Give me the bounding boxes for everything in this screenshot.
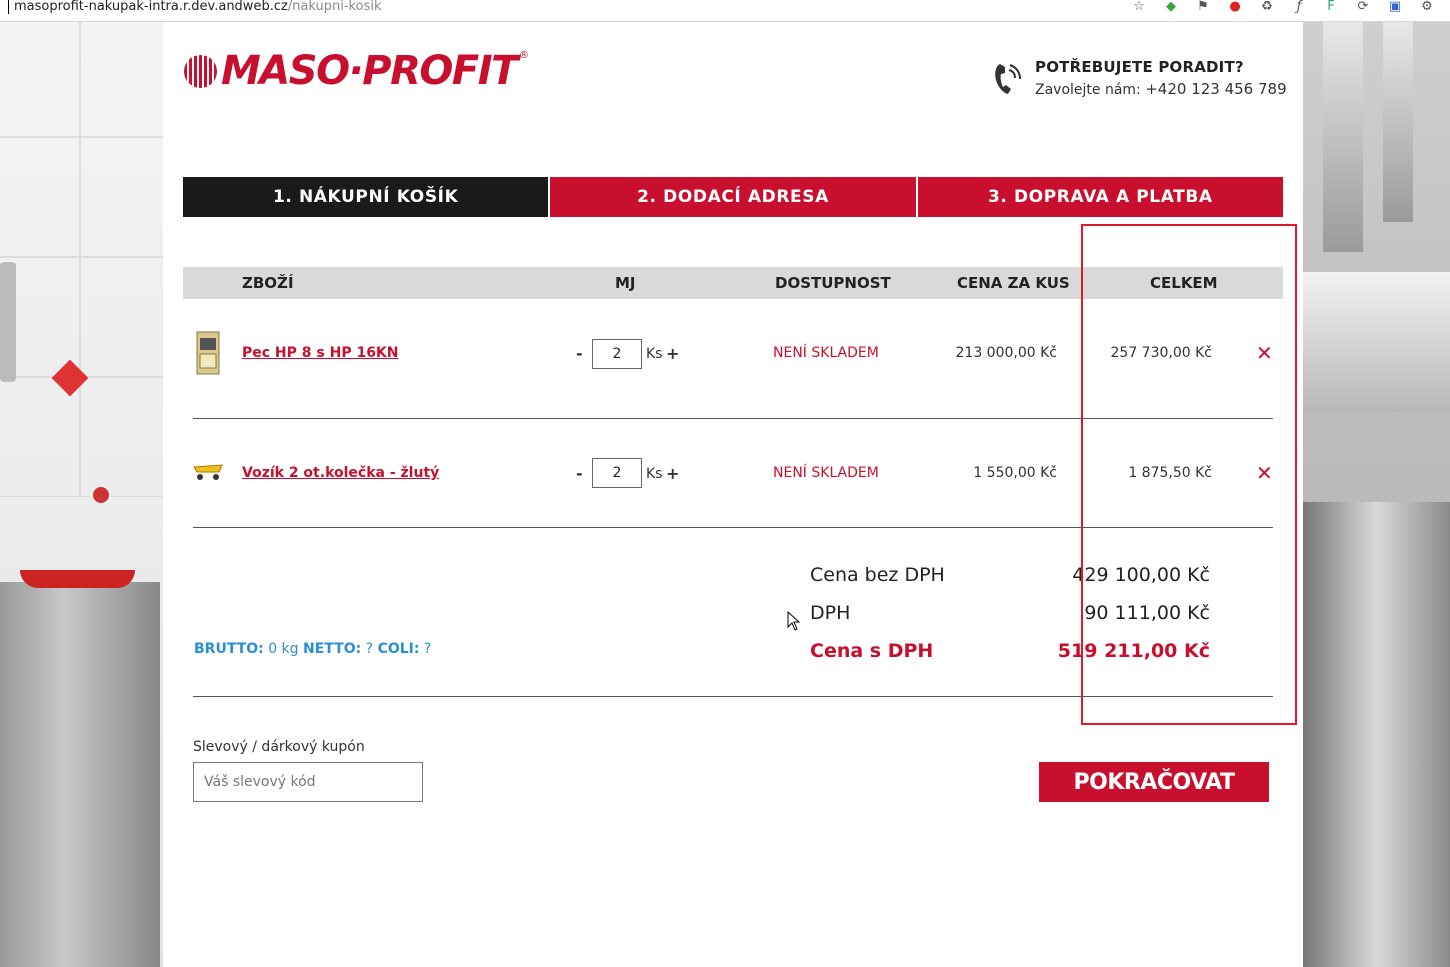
background-photo-left	[0, 22, 163, 967]
extension-green-icon[interactable]: ◆	[1163, 0, 1179, 14]
unit-price: 1 550,00 Kč	[973, 465, 1057, 481]
brutto-value: 0 kg	[268, 641, 299, 657]
extension-function-icon[interactable]: ƒ	[1291, 0, 1307, 14]
brutto-label: BRUTTO:	[194, 641, 264, 657]
logo-mark-icon	[184, 54, 217, 88]
text-cursor	[8, 0, 9, 14]
header-total: CELKEM	[1150, 274, 1218, 292]
cart-dolly-icon	[193, 464, 223, 480]
kitchen-machine	[0, 582, 160, 967]
remove-item-button[interactable]: ✕	[1256, 341, 1273, 365]
browser-url-bar[interactable]: masoprofit-nakupak-intra.r.dev.andweb.cz…	[0, 0, 1450, 22]
logo-text: MASO·PROFIT	[221, 48, 518, 94]
mouse-pointer-icon	[787, 611, 801, 631]
quantity-input[interactable]	[592, 339, 642, 369]
continue-button[interactable]: POKRAČOVAT	[1039, 762, 1269, 802]
extension-f-icon[interactable]: F	[1323, 0, 1339, 14]
product-link[interactable]: Vozík 2 ot.kolečka - žlutý	[242, 465, 439, 481]
url-text[interactable]: masoprofit-nakupak-intra.r.dev.andweb.cz…	[14, 0, 381, 14]
quantity-plus-button[interactable]: +	[666, 344, 679, 363]
vat-label: DPH	[810, 602, 851, 624]
extension-gear-icon[interactable]: ⚙	[1419, 0, 1435, 14]
price-without-vat-label: Cena bez DPH	[810, 564, 945, 586]
bookmark-star-icon[interactable]: ☆	[1131, 0, 1147, 14]
url-path: /nakupni-kosik	[287, 0, 382, 14]
row-total: 1 875,50 Kč	[1128, 465, 1212, 481]
extension-flag-icon[interactable]: ⚑	[1195, 0, 1211, 14]
oven-icon	[196, 331, 220, 375]
table-row: Vozík 2 ot.kolečka - žlutý - Ks + NENÍ S…	[193, 450, 1273, 498]
quantity-minus-button[interactable]: -	[576, 344, 583, 363]
extension-recycle-icon[interactable]: ♻	[1259, 0, 1275, 14]
price-with-vat-label: Cena s DPH	[810, 640, 934, 662]
weight-summary: BRUTTO: 0 kg NETTO: ? COLI: ?	[194, 641, 431, 657]
url-host: masoprofit-nakupak-intra.r.dev.andweb.cz	[14, 0, 288, 14]
quantity-minus-button[interactable]: -	[576, 464, 583, 483]
extension-sync-icon[interactable]: ⟳	[1355, 0, 1371, 14]
step-cart[interactable]: 1. NÁKUPNÍ KOŠÍK	[183, 177, 551, 217]
coli-value: ?	[423, 641, 432, 657]
emergency-button	[90, 484, 112, 506]
cart-table-header: ZBOŽÍ MJ DOSTUPNOST CENA ZA KUS CELKEM	[183, 267, 1283, 299]
wall-vent	[0, 262, 16, 382]
unit-label: Ks	[646, 346, 663, 362]
vat-value: 90 111,00 Kč	[1084, 602, 1210, 624]
kitchen-hood	[1303, 272, 1450, 412]
coupon-label: Slevový / dárkový kupón	[193, 739, 365, 755]
header-product: ZBOŽÍ	[242, 274, 294, 292]
extension-red-icon[interactable]: ●	[1227, 0, 1243, 14]
phone-icon	[995, 64, 1021, 94]
quantity-plus-button[interactable]: +	[666, 464, 679, 483]
row-divider	[193, 418, 1273, 419]
logo-registered: ®	[518, 50, 529, 61]
checkout-steps: 1. NÁKUPNÍ KOŠÍK 2. DODACÍ ADRESA 3. DOP…	[183, 177, 1283, 217]
help-subtitle: Zavolejte nám: +420 123 456 789	[1035, 80, 1287, 98]
unit-label: Ks	[646, 466, 663, 482]
call-text: Zavolejte nám:	[1035, 82, 1141, 98]
netto-value: ?	[365, 641, 374, 657]
phone-number[interactable]: +420 123 456 789	[1145, 80, 1286, 98]
product-link[interactable]: Pec HP 8 s HP 16KN	[242, 345, 399, 361]
unit-price: 213 000,00 Kč	[955, 345, 1058, 361]
totals-divider	[193, 696, 1273, 697]
step-shipping-payment[interactable]: 3. DOPRAVA A PLATBA	[917, 177, 1283, 217]
step-delivery-address[interactable]: 2. DODACÍ ADRESA	[550, 177, 918, 217]
quantity-input[interactable]	[592, 458, 642, 488]
header-unit-price: CENA ZA KUS	[957, 274, 1070, 292]
red-bowl	[20, 570, 135, 588]
row-total: 257 730,00 Kč	[1110, 345, 1213, 361]
availability-status: NENÍ SKLADEM	[773, 465, 879, 481]
row-divider	[193, 527, 1273, 528]
header-unit: MJ	[615, 274, 636, 292]
coli-label: COLI:	[377, 641, 420, 657]
extension-translate-icon[interactable]: ▣	[1387, 0, 1403, 14]
remove-item-button[interactable]: ✕	[1256, 461, 1273, 485]
table-row: Pec HP 8 s HP 16KN - Ks + NENÍ SKLADEM 2…	[193, 330, 1273, 378]
coupon-input[interactable]	[193, 762, 423, 802]
help-title: POTŘEBUJETE PORADIT?	[1035, 58, 1244, 76]
price-with-vat-value: 519 211,00 Kč	[1057, 640, 1210, 662]
brand-logo[interactable]: MASO·PROFIT ®	[184, 44, 529, 98]
background-photo-right	[1303, 22, 1450, 967]
price-without-vat-value: 429 100,00 Kč	[1072, 564, 1210, 586]
netto-label: NETTO:	[303, 641, 362, 657]
steel-kettle	[1303, 502, 1450, 967]
header-availability: DOSTUPNOST	[775, 274, 891, 292]
availability-status: NENÍ SKLADEM	[773, 345, 879, 361]
